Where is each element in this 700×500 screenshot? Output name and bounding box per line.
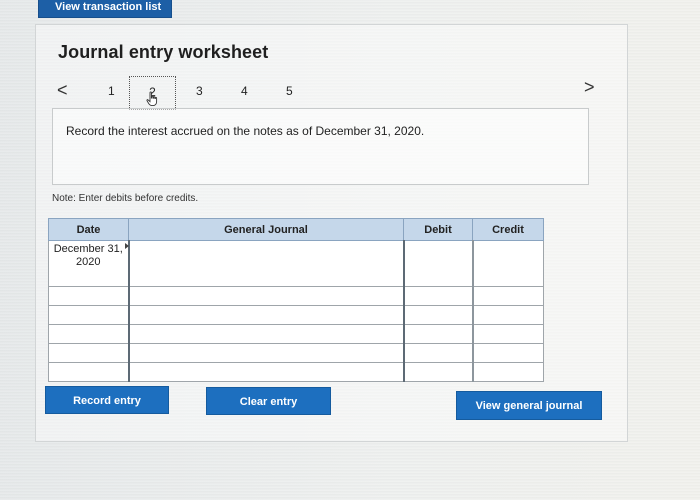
column-header-general-journal: General Journal bbox=[128, 218, 404, 241]
pager-next-button[interactable]: > bbox=[584, 77, 595, 98]
instruction-box bbox=[52, 108, 589, 185]
credit-cell[interactable] bbox=[471, 343, 544, 363]
account-cell[interactable] bbox=[127, 324, 405, 344]
page-title: Journal entry worksheet bbox=[58, 42, 269, 62]
date-value: December 31, 2020 bbox=[53, 243, 123, 268]
page-4-tab[interactable]: 4 bbox=[241, 84, 248, 98]
debit-cell[interactable] bbox=[402, 362, 473, 382]
date-cell[interactable] bbox=[48, 324, 129, 344]
page-5-tab[interactable]: 5 bbox=[286, 84, 293, 98]
view-general-journal-button[interactable]: View general journal bbox=[456, 391, 602, 420]
credit-cell[interactable] bbox=[471, 362, 544, 382]
debit-cell[interactable] bbox=[402, 286, 473, 306]
debit-cell[interactable] bbox=[402, 343, 473, 363]
page-3-tab[interactable]: 3 bbox=[196, 84, 203, 98]
date-cell[interactable]: December 31, 2020 bbox=[48, 240, 129, 287]
table-row bbox=[48, 286, 544, 306]
column-header-debit: Debit bbox=[403, 218, 473, 241]
debit-cell[interactable] bbox=[402, 240, 473, 287]
table-row bbox=[48, 305, 544, 325]
page-1-tab[interactable]: 1 bbox=[108, 84, 115, 98]
date-cell[interactable] bbox=[48, 362, 129, 382]
table-row bbox=[48, 343, 544, 363]
date-cell[interactable] bbox=[48, 305, 129, 325]
column-header-credit: Credit bbox=[472, 218, 544, 241]
credit-cell[interactable] bbox=[471, 240, 544, 287]
page-2-tab-current[interactable]: 2 bbox=[129, 76, 176, 110]
instruction-text: Record the interest accrued on the notes… bbox=[66, 124, 425, 138]
account-cell[interactable] bbox=[127, 362, 405, 382]
account-cell[interactable] bbox=[127, 343, 405, 363]
debit-cell[interactable] bbox=[402, 324, 473, 344]
credit-cell[interactable] bbox=[471, 305, 544, 325]
table-row bbox=[48, 324, 544, 344]
account-cell[interactable] bbox=[127, 240, 405, 287]
credit-cell[interactable] bbox=[471, 324, 544, 344]
table-row bbox=[48, 362, 544, 382]
table-row: December 31, 2020 bbox=[48, 240, 544, 287]
account-cell[interactable] bbox=[127, 286, 405, 306]
journal-table: Date General Journal Debit Credit Decemb… bbox=[48, 218, 544, 382]
credit-cell[interactable] bbox=[471, 286, 544, 306]
date-cell[interactable] bbox=[48, 286, 129, 306]
account-cell[interactable] bbox=[127, 305, 405, 325]
record-entry-button[interactable]: Record entry bbox=[45, 386, 169, 414]
pager-prev-button[interactable]: < bbox=[57, 80, 68, 101]
clear-entry-button[interactable]: Clear entry bbox=[206, 387, 331, 415]
note-text: Note: Enter debits before credits. bbox=[52, 193, 199, 204]
view-transaction-list-button[interactable]: View transaction list bbox=[38, 0, 172, 18]
column-header-date: Date bbox=[48, 218, 129, 241]
table-header-row: Date General Journal Debit Credit bbox=[48, 218, 544, 241]
debit-cell[interactable] bbox=[402, 305, 473, 325]
hand-pointer-icon bbox=[146, 91, 158, 107]
date-cell[interactable] bbox=[48, 343, 129, 363]
